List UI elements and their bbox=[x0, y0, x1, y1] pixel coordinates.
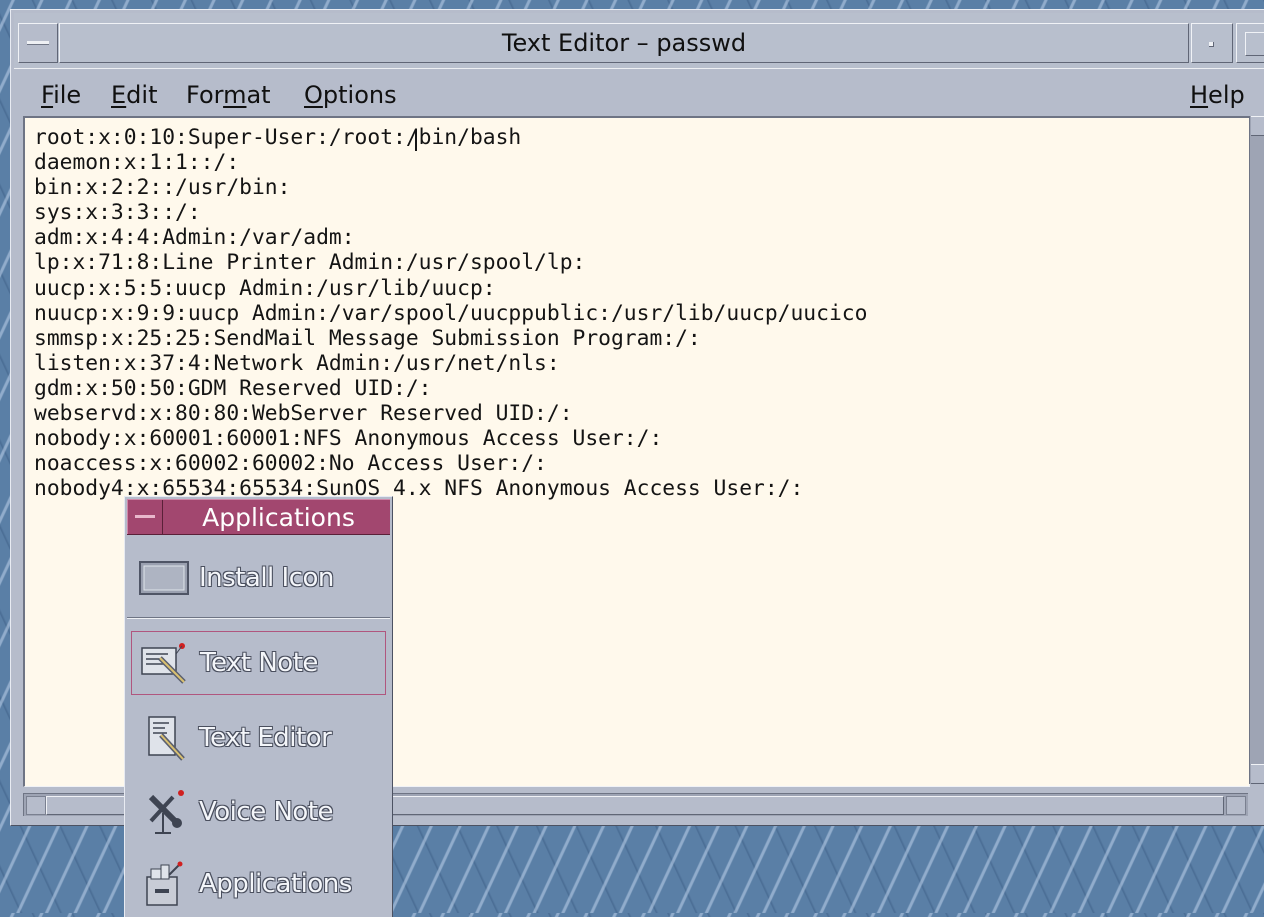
document-line: noaccess:x:60002:60002:No Access User:/: bbox=[34, 451, 547, 477]
document-line: root:x:0:10:Super-User:/root:/bin/bash bbox=[34, 125, 522, 150]
document-line: gdm:x:50:50:GDM Reserved UID:/: bbox=[34, 375, 432, 401]
install-drop-zone-icon bbox=[137, 553, 191, 603]
document-line: nuucp:x:9:9:uucp Admin:/var/spool/uucppu… bbox=[34, 300, 868, 326]
document-text[interactable]: root:x:0:10:Super-User:/root:/bin/bash d… bbox=[25, 118, 1249, 501]
window-menu-button[interactable] bbox=[18, 23, 58, 63]
menu-help-mnemonic: H bbox=[1190, 81, 1209, 109]
maximize-icon bbox=[1245, 32, 1264, 56]
menu-file[interactable]: File bbox=[41, 81, 81, 109]
subpanel-separator bbox=[127, 617, 390, 619]
menu-format[interactable]: Format bbox=[186, 81, 271, 109]
text-note-icon bbox=[138, 638, 192, 688]
document-line: bin:x:2:2::/usr/bin: bbox=[34, 175, 291, 201]
menu-options-label-post: ptions bbox=[322, 81, 397, 109]
document-line: uucp:x:5:5:uucp Admin:/usr/lib/uucp: bbox=[34, 275, 496, 301]
subpanel-close-icon bbox=[135, 515, 155, 518]
menu-edit-label-post: dit bbox=[126, 81, 158, 109]
install-icon-label: Install Icon bbox=[199, 563, 334, 593]
title-bar[interactable]: Text Editor – passwd bbox=[14, 13, 1264, 68]
menu-file-mnemonic: F bbox=[41, 81, 54, 109]
text-note-item[interactable]: Text Note bbox=[131, 631, 386, 695]
applications-item[interactable]: Applications bbox=[131, 853, 386, 915]
voice-note-label: Voice Note bbox=[199, 797, 334, 827]
text-note-label: Text Note bbox=[200, 648, 318, 678]
minimize-button[interactable] bbox=[1191, 23, 1233, 63]
subpanel-close-button[interactable] bbox=[127, 500, 163, 534]
text-editor-item[interactable]: Text Editor bbox=[131, 707, 386, 769]
menu-format-label-pre: For bbox=[186, 81, 224, 109]
document-line: daemon:x:1:1::/: bbox=[34, 150, 240, 176]
menu-edit[interactable]: Edit bbox=[111, 81, 157, 109]
window-menu-icon bbox=[27, 41, 49, 45]
menu-format-mnemonic: m bbox=[223, 81, 247, 109]
voice-note-item[interactable]: Voice Note bbox=[131, 781, 386, 843]
minimize-icon bbox=[1209, 42, 1214, 47]
vertical-scrollbar[interactable] bbox=[1249, 116, 1264, 784]
document-line: lp:x:71:8:Line Printer Admin:/usr/spool/… bbox=[34, 250, 586, 276]
menu-file-label-post: ile bbox=[53, 81, 82, 109]
scroll-down-arrow-icon[interactable] bbox=[1251, 764, 1264, 784]
text-editor-label: Text Editor bbox=[199, 723, 332, 753]
menu-help[interactable]: Help bbox=[1190, 81, 1245, 109]
document-line: sys:x:3:3::/: bbox=[34, 200, 201, 226]
document-line: adm:x:4:4:Admin:/var/adm: bbox=[34, 225, 355, 251]
menu-help-label-post: elp bbox=[1208, 81, 1245, 109]
voice-note-icon bbox=[137, 787, 191, 837]
text-ibeam-cursor-icon bbox=[415, 129, 417, 151]
menu-options[interactable]: Options bbox=[304, 81, 397, 109]
menu-options-mnemonic: O bbox=[304, 81, 323, 109]
maximize-button[interactable] bbox=[1236, 23, 1264, 63]
document-line: listen:x:37:4:Network Admin:/usr/net/nls… bbox=[34, 350, 560, 376]
applications-folder-icon bbox=[137, 859, 191, 909]
install-icon-drop-zone[interactable]: Install Icon bbox=[131, 547, 386, 609]
document-line: nobody:x:60001:60001:NFS Anonymous Acces… bbox=[34, 426, 663, 452]
document-line: smmsp:x:25:25:SendMail Message Submissio… bbox=[34, 325, 701, 351]
applications-subpanel: Applications Install Icon Text Note Text… bbox=[124, 496, 393, 917]
menu-edit-mnemonic: E bbox=[111, 81, 127, 109]
menu-bar: File Edit Format Options Help bbox=[14, 68, 1264, 117]
subpanel-title-bar: Applications bbox=[127, 499, 390, 535]
window-title[interactable]: Text Editor – passwd bbox=[59, 23, 1189, 63]
scroll-right-arrow-icon[interactable] bbox=[1226, 796, 1246, 815]
applications-label: Applications bbox=[199, 869, 352, 899]
text-editor-icon bbox=[137, 713, 191, 763]
scroll-up-arrow-icon[interactable] bbox=[1251, 116, 1264, 136]
subpanel-title: Applications bbox=[202, 502, 355, 532]
menu-format-label-post: at bbox=[246, 81, 271, 109]
document-line: webservd:x:80:80:WebServer Reserved UID:… bbox=[34, 401, 573, 427]
scroll-left-arrow-icon[interactable] bbox=[26, 796, 46, 815]
